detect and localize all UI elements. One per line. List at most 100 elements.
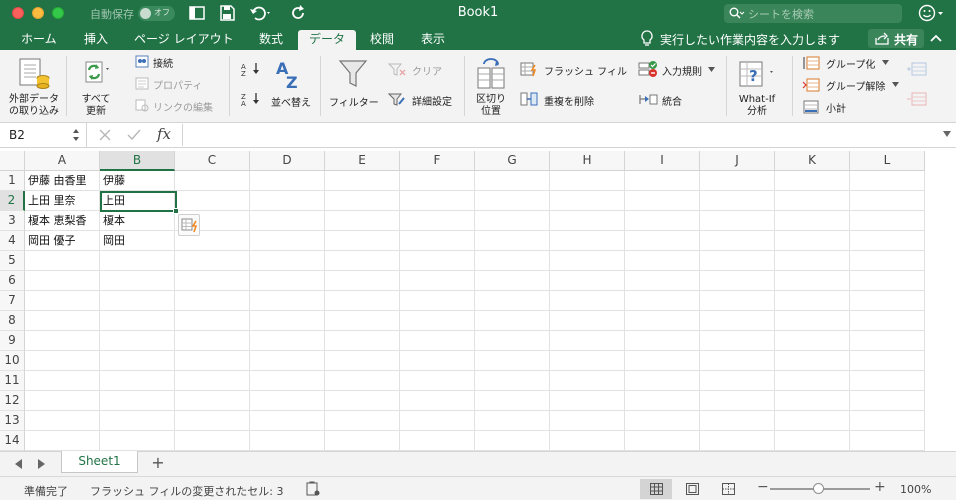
- cell-j2[interactable]: [700, 191, 775, 211]
- cell-e12[interactable]: [325, 391, 400, 411]
- cell-g1[interactable]: [475, 171, 550, 191]
- cell-d14[interactable]: [250, 431, 325, 451]
- cell-f6[interactable]: [400, 271, 475, 291]
- column-header-i[interactable]: I: [625, 151, 700, 171]
- column-header-d[interactable]: D: [250, 151, 325, 171]
- cell-b3[interactable]: 榎本: [100, 211, 175, 231]
- cell-e13[interactable]: [325, 411, 400, 431]
- cell-f5[interactable]: [400, 251, 475, 271]
- sort-az-icon[interactable]: A Z: [240, 62, 262, 76]
- edit-links-button[interactable]: リンクの編集: [133, 98, 223, 114]
- cell-c6[interactable]: [175, 271, 250, 291]
- sort-button[interactable]: A Z 並べ替え: [268, 54, 314, 114]
- cell-k1[interactable]: [775, 171, 850, 191]
- cell-l1[interactable]: [850, 171, 925, 191]
- cell-e14[interactable]: [325, 431, 400, 451]
- cell-j13[interactable]: [700, 411, 775, 431]
- cell-e5[interactable]: [325, 251, 400, 271]
- cell-l10[interactable]: [850, 351, 925, 371]
- clear-button[interactable]: クリア: [388, 62, 458, 78]
- cell-c13[interactable]: [175, 411, 250, 431]
- filter-button[interactable]: フィルター: [326, 54, 380, 114]
- row-header-8[interactable]: 8: [0, 311, 25, 331]
- refresh-all-button[interactable]: すべて 更新: [72, 54, 124, 118]
- row-header-4[interactable]: 4: [0, 231, 25, 251]
- cell-l14[interactable]: [850, 431, 925, 451]
- cell-f13[interactable]: [400, 411, 475, 431]
- cell-j14[interactable]: [700, 431, 775, 451]
- cell-f2[interactable]: [400, 191, 475, 211]
- tab-data[interactable]: データ: [298, 30, 356, 50]
- cell-c9[interactable]: [175, 331, 250, 351]
- previous-sheet-icon[interactable]: [14, 459, 24, 469]
- cell-f12[interactable]: [400, 391, 475, 411]
- cell-f8[interactable]: [400, 311, 475, 331]
- cell-b9[interactable]: [100, 331, 175, 351]
- row-header-12[interactable]: 12: [0, 391, 25, 411]
- cell-l8[interactable]: [850, 311, 925, 331]
- cell-b11[interactable]: [100, 371, 175, 391]
- column-header-h[interactable]: H: [550, 151, 625, 171]
- properties-button[interactable]: プロパティ: [133, 76, 223, 92]
- cell-g13[interactable]: [475, 411, 550, 431]
- cell-h13[interactable]: [550, 411, 625, 431]
- cell-j1[interactable]: [700, 171, 775, 191]
- fill-handle[interactable]: [173, 208, 179, 214]
- expand-formula-bar-icon[interactable]: [943, 131, 951, 137]
- cell-k3[interactable]: [775, 211, 850, 231]
- cell-h11[interactable]: [550, 371, 625, 391]
- cell-i2[interactable]: [625, 191, 700, 211]
- column-header-f[interactable]: F: [400, 151, 475, 171]
- tab-insert[interactable]: 挿入: [74, 30, 118, 50]
- row-header-9[interactable]: 9: [0, 331, 25, 351]
- cell-f9[interactable]: [400, 331, 475, 351]
- cell-k13[interactable]: [775, 411, 850, 431]
- cell-k14[interactable]: [775, 431, 850, 451]
- tab-view[interactable]: 表示: [411, 30, 455, 50]
- cell-c14[interactable]: [175, 431, 250, 451]
- cell-g5[interactable]: [475, 251, 550, 271]
- cell-l13[interactable]: [850, 411, 925, 431]
- cell-f7[interactable]: [400, 291, 475, 311]
- flash-fill-button[interactable]: フラッシュ フィル: [520, 62, 630, 78]
- feedback-smiley-icon[interactable]: [918, 4, 944, 22]
- connections-button[interactable]: 接続: [133, 54, 223, 70]
- row-header-2[interactable]: 2: [0, 191, 25, 211]
- cell-g10[interactable]: [475, 351, 550, 371]
- cell-d3[interactable]: [250, 211, 325, 231]
- cell-b5[interactable]: [100, 251, 175, 271]
- cell-e1[interactable]: [325, 171, 400, 191]
- column-header-c[interactable]: C: [175, 151, 250, 171]
- row-header-14[interactable]: 14: [0, 431, 25, 451]
- cell-b13[interactable]: [100, 411, 175, 431]
- cell-j8[interactable]: [700, 311, 775, 331]
- cell-l6[interactable]: [850, 271, 925, 291]
- cell-d6[interactable]: [250, 271, 325, 291]
- data-validation-button[interactable]: 入力規則: [638, 61, 720, 78]
- cell-h6[interactable]: [550, 271, 625, 291]
- cell-k5[interactable]: [775, 251, 850, 271]
- cell-a8[interactable]: [25, 311, 100, 331]
- cell-d13[interactable]: [250, 411, 325, 431]
- column-header-e[interactable]: E: [325, 151, 400, 171]
- cell-h4[interactable]: [550, 231, 625, 251]
- zoom-in-button[interactable]: +: [874, 479, 886, 495]
- cell-k8[interactable]: [775, 311, 850, 331]
- tab-page-layout[interactable]: ページ レイアウト: [124, 30, 244, 50]
- cell-g7[interactable]: [475, 291, 550, 311]
- cell-f11[interactable]: [400, 371, 475, 391]
- cell-k12[interactable]: [775, 391, 850, 411]
- cell-l9[interactable]: [850, 331, 925, 351]
- cell-l12[interactable]: [850, 391, 925, 411]
- cell-a9[interactable]: [25, 331, 100, 351]
- cell-c2[interactable]: [175, 191, 250, 211]
- cell-j4[interactable]: [700, 231, 775, 251]
- row-header-6[interactable]: 6: [0, 271, 25, 291]
- what-if-analysis-button[interactable]: ? What-If 分析: [732, 54, 782, 118]
- cell-i14[interactable]: [625, 431, 700, 451]
- cell-a14[interactable]: [25, 431, 100, 451]
- column-header-l[interactable]: L: [850, 151, 925, 171]
- cell-e4[interactable]: [325, 231, 400, 251]
- cell-i5[interactable]: [625, 251, 700, 271]
- column-header-k[interactable]: K: [775, 151, 850, 171]
